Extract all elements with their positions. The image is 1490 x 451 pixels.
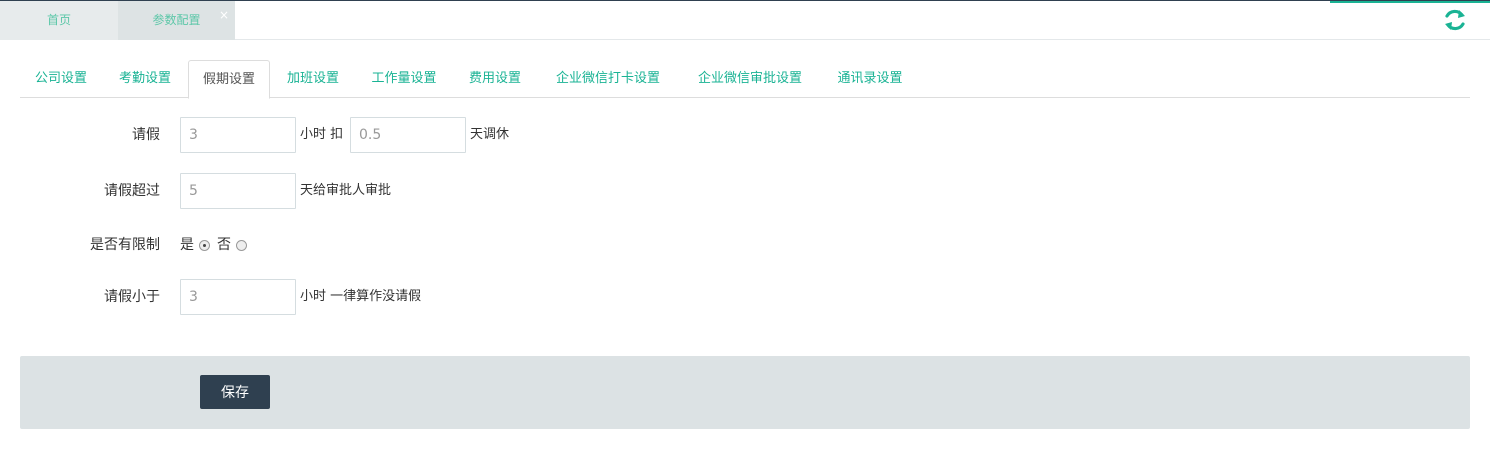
limit-yes-label: 是 [180,237,194,253]
leave-less-label: 请假小于 [104,289,160,305]
tab-overtime-settings[interactable]: 加班设置 [272,60,354,98]
tab-param-config-label: 参数配置 [152,13,201,27]
leave-exceed-row: 请假超过 天给审批人审批 [0,173,1490,209]
leave-days-input[interactable] [350,117,466,153]
settings-tabs: 公司设置 考勤设置 假期设置 加班设置 工作量设置 费用设置 企业微信打卡设置 … [20,60,1470,99]
tab-holiday-settings[interactable]: 假期设置 [188,60,270,99]
leave-row: 请假 小时 扣 天调休 [0,117,1490,153]
tab-workload-settings[interactable]: 工作量设置 [356,60,452,98]
leave-less-input[interactable] [180,279,296,315]
limit-no-label: 否 [217,237,231,253]
leave-less-row: 请假小于 小时 一律算作没请假 [0,279,1490,315]
leave-exceed-label: 请假超过 [104,183,160,199]
leave-mid-text: 小时 扣 [300,127,344,142]
limit-no-radio[interactable] [236,240,247,251]
tab-attendance-settings[interactable]: 考勤设置 [104,60,186,98]
limit-label: 是否有限制 [90,237,160,253]
close-tab-icon[interactable]: × [219,0,229,35]
save-button[interactable]: 保存 [200,375,270,409]
tab-expense-settings[interactable]: 费用设置 [454,60,536,98]
leave-label: 请假 [132,127,160,143]
tab-company-settings[interactable]: 公司设置 [20,60,102,98]
form-actions-panel: 保存 [20,356,1470,429]
tab-wechat-approval-settings[interactable]: 企业微信审批设置 [680,60,820,98]
limit-yes-radio[interactable] [199,240,210,251]
tab-contacts-settings[interactable]: 通讯录设置 [822,60,918,98]
refresh-icon[interactable] [1440,7,1470,33]
leave-less-suffix: 小时 一律算作没请假 [300,289,422,304]
tab-param-config[interactable]: 参数配置 × [118,1,235,40]
top-tab-bar: 首页 参数配置 × [0,0,1490,40]
leave-exceed-suffix: 天给审批人审批 [300,183,392,198]
leave-hours-input[interactable] [180,117,296,153]
leave-exceed-input[interactable] [180,173,296,209]
leave-suffix: 天调休 [470,127,510,142]
accent-line [1330,1,1490,3]
limit-row: 是否有限制 是 否 [0,227,1490,263]
tab-wechat-clockin-settings[interactable]: 企业微信打卡设置 [538,60,678,98]
tab-home[interactable]: 首页 [0,1,118,40]
